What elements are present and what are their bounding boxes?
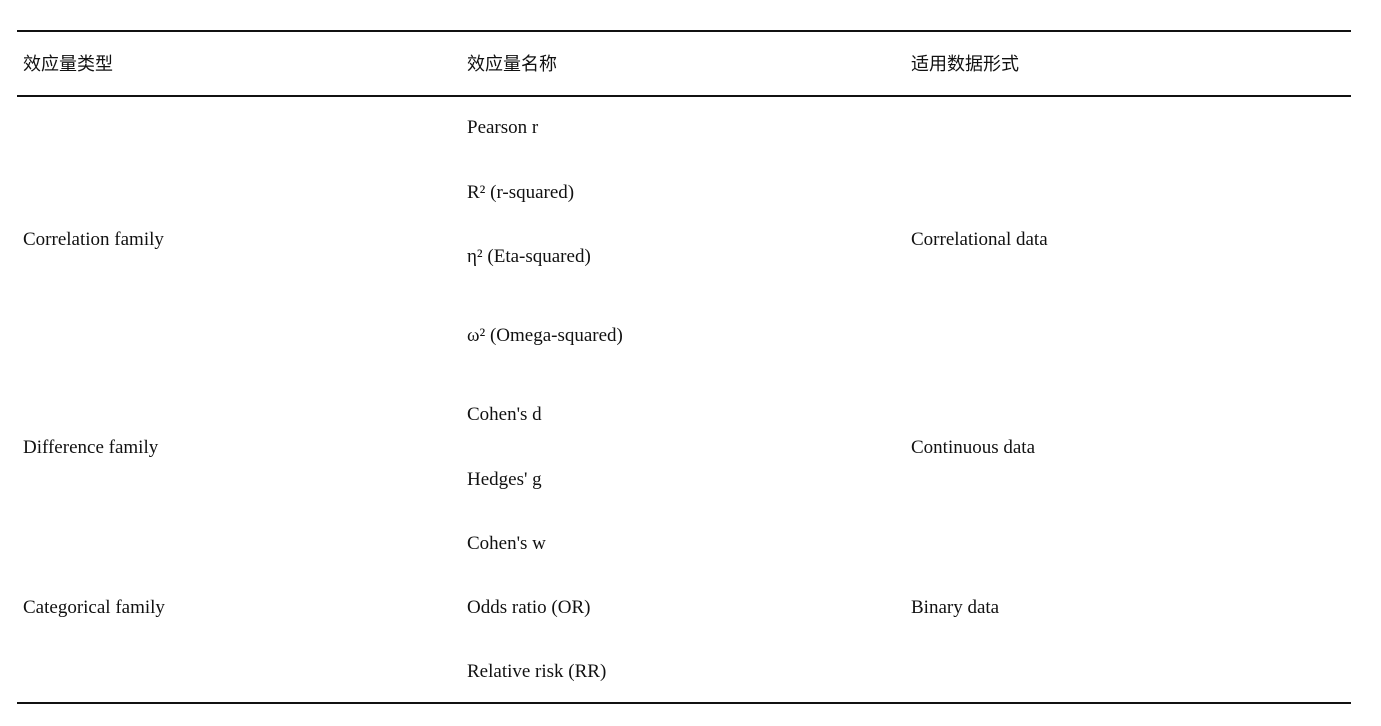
table-top-rule — [17, 30, 1351, 32]
effect-name-eta-squared: η² (Eta-squared) — [467, 246, 591, 267]
effect-name-r-squared: R² (r-squared) — [467, 182, 575, 203]
effect-name-cohens-w: Cohen's w — [467, 533, 546, 554]
effect-name-omega-squared: ω² (Omega-squared) — [467, 325, 623, 346]
header-effect-size-name: 效应量名称 — [467, 54, 557, 75]
table-header-rule — [17, 95, 1351, 97]
data-form-continuous: Continuous data — [911, 437, 1036, 458]
table-bottom-rule — [17, 702, 1351, 704]
group-type-difference: Difference family — [23, 437, 159, 458]
group-type-correlation: Correlation family — [23, 229, 164, 250]
effect-name-cohens-d: Cohen's d — [467, 404, 542, 425]
effect-name-relative-risk: Relative risk (RR) — [467, 661, 607, 682]
data-form-binary: Binary data — [911, 597, 1000, 618]
effect-name-pearson-r: Pearson r — [467, 117, 539, 138]
header-data-form: 适用数据形式 — [911, 54, 1019, 75]
effect-name-odds-ratio: Odds ratio (OR) — [467, 597, 591, 618]
effect-name-hedges-g: Hedges' g — [467, 469, 542, 490]
data-form-correlational: Correlational data — [911, 229, 1048, 250]
group-type-categorical: Categorical family — [23, 597, 165, 618]
header-effect-size-type: 效应量类型 — [23, 54, 113, 75]
